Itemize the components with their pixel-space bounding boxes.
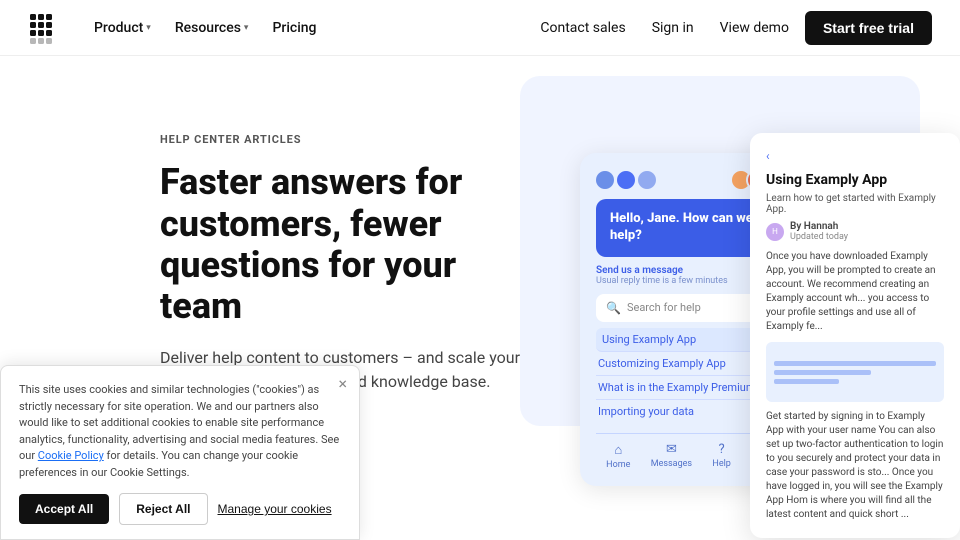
nav-right: Contact sales Sign in View demo Start fr…	[530, 11, 932, 45]
article-updated: Updated today	[790, 232, 848, 242]
screenshot-line-2	[774, 370, 871, 375]
footer-home[interactable]: ⌂ Home	[606, 442, 630, 470]
mockup-container: Hello, Jane. How can we help? Send us a …	[580, 133, 960, 463]
home-icon: ⌂	[614, 442, 622, 458]
widget-greeting-text: Hello, Jane. How can we help?	[610, 211, 770, 245]
article-card: ‹ Using Examply App Learn how to get sta…	[750, 133, 960, 538]
screenshot-line-1	[774, 361, 936, 366]
article-meta: H By Hannah Updated today	[766, 221, 944, 242]
chevron-down-icon: ▾	[244, 23, 249, 33]
cookie-banner: × This site uses cookies and similar tec…	[0, 365, 360, 540]
nav-product[interactable]: Product ▾	[84, 14, 161, 42]
start-free-trial-button[interactable]: Start free trial	[805, 11, 932, 45]
chevron-down-icon: ▾	[146, 23, 151, 33]
footer-messages[interactable]: ✉ Messages	[651, 442, 692, 470]
article-back-button[interactable]: ‹	[766, 149, 944, 163]
article-body-1: Once you have downloaded Examply App, yo…	[766, 250, 944, 334]
contact-sales-link[interactable]: Contact sales	[530, 14, 635, 42]
search-icon: 🔍	[606, 301, 621, 315]
nav-resources[interactable]: Resources ▾	[165, 14, 259, 42]
logo[interactable]	[28, 12, 60, 44]
nav-pricing-label: Pricing	[272, 20, 316, 36]
article-title: Using Examply App	[766, 171, 944, 189]
widget-dot-blue	[617, 171, 635, 189]
navbar: Product ▾ Resources ▾ Pricing Contact sa…	[0, 0, 960, 56]
search-placeholder-text: Search for help	[627, 301, 701, 314]
article-body-2: Get started by signing in to Examply App…	[766, 410, 944, 522]
section-tag: Help Center Articles	[160, 133, 540, 146]
accept-all-button[interactable]: Accept All	[19, 494, 109, 524]
sign-in-link[interactable]: Sign in	[642, 14, 704, 42]
hero-headline: Faster answers for customers, fewer ques…	[160, 162, 540, 328]
cookie-policy-link[interactable]: Cookie Policy	[38, 449, 104, 462]
article-screenshot	[766, 342, 944, 402]
nav-product-label: Product	[94, 20, 143, 36]
screenshot-placeholder	[766, 353, 944, 392]
nav-pricing[interactable]: Pricing	[262, 14, 326, 42]
screenshot-line-3	[774, 379, 839, 384]
view-demo-link[interactable]: View demo	[710, 14, 799, 42]
article-author: By Hannah	[790, 221, 848, 232]
hero-illustration: Hello, Jane. How can we help? Send us a …	[580, 56, 960, 540]
cookie-buttons: Accept All Reject All Manage your cookie…	[19, 493, 341, 525]
cookie-text: This site uses cookies and similar techn…	[19, 382, 341, 481]
widget-dot-light	[638, 171, 656, 189]
cookie-close-button[interactable]: ×	[338, 376, 347, 392]
article-subtitle: Learn how to get started with Examply Ap…	[766, 193, 944, 215]
nav-left: Product ▾ Resources ▾ Pricing	[28, 12, 327, 44]
manage-cookies-button[interactable]: Manage your cookies	[218, 502, 332, 516]
help-icon: ?	[719, 442, 725, 457]
reject-all-button[interactable]: Reject All	[119, 493, 207, 525]
footer-help[interactable]: ? Help	[712, 442, 730, 470]
author-avatar: H	[766, 223, 784, 241]
nav-resources-label: Resources	[175, 20, 241, 36]
messages-icon: ✉	[666, 442, 677, 457]
widget-dot	[596, 171, 614, 189]
